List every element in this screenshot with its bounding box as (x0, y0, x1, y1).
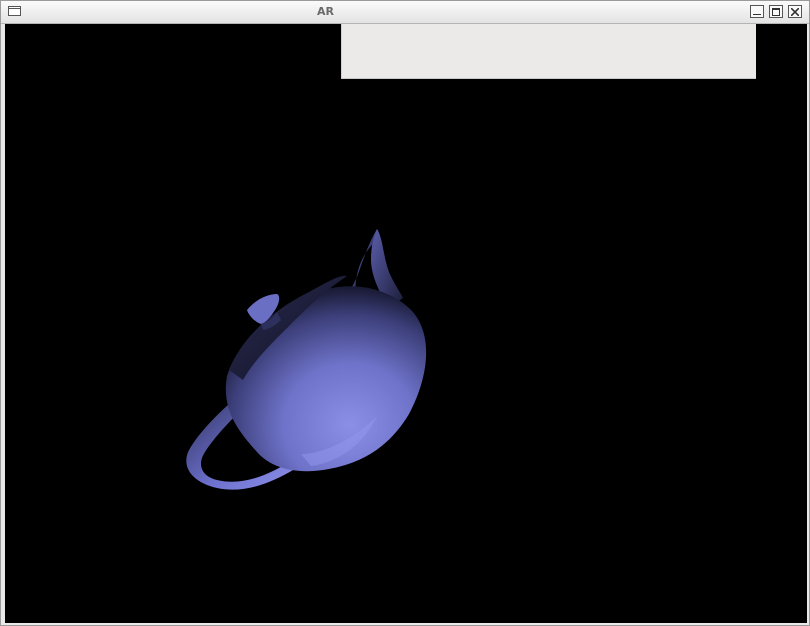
app-window: AR (0, 0, 810, 626)
window-menu-icon[interactable] (8, 6, 21, 16)
minimize-icon[interactable] (750, 5, 764, 18)
window-title: AR (317, 5, 334, 18)
render-viewport[interactable] (5, 24, 807, 623)
title-bar[interactable]: AR (1, 1, 809, 24)
close-icon[interactable] (788, 5, 802, 18)
teapot-icon (186, 229, 427, 490)
overlay-panel (341, 24, 756, 79)
maximize-icon[interactable] (769, 5, 783, 18)
